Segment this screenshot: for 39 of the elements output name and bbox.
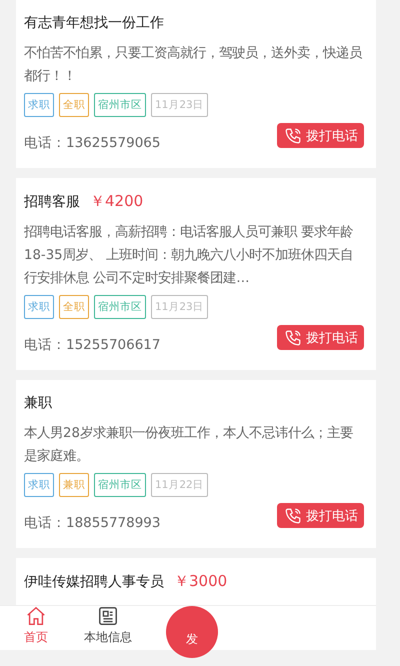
nav-tab[interactable]: 本地信息 bbox=[72, 605, 144, 650]
call-button[interactable]: 拨打电话 bbox=[277, 503, 364, 528]
newspaper-icon bbox=[97, 605, 119, 627]
salary: ￥3000 bbox=[174, 572, 228, 591]
listing-card[interactable]: 兼职 本人男28岁求兼职一份夜班工作，本人不忌讳什么；主要是家庭难。 求职 兼职 宿州市区 11月22日 电话：18855778993 拨打电话 bbox=[16, 380, 376, 548]
tag: 11月22日 bbox=[151, 473, 208, 497]
salary: ￥4200 bbox=[90, 192, 144, 211]
listing-description: 不怕苦不怕累，只要工资高就行，驾驶员，送外卖，快递员都行！！ bbox=[24, 44, 363, 86]
publish-button[interactable]: 发 bbox=[166, 606, 218, 658]
phone-number: 电话：13625579065 bbox=[24, 134, 160, 152]
phone-icon bbox=[283, 126, 303, 144]
home-icon bbox=[25, 605, 47, 627]
phone-icon bbox=[283, 506, 303, 524]
tag: 全职 bbox=[59, 295, 89, 319]
listing-title: 有志青年想找一份工作 bbox=[24, 14, 164, 32]
tag: 求职 bbox=[24, 295, 54, 319]
tag: 求职 bbox=[24, 473, 54, 497]
tag: 11月23日 bbox=[151, 93, 208, 117]
phone-icon bbox=[283, 328, 303, 346]
tag: 兼职 bbox=[59, 473, 89, 497]
call-button[interactable]: 拨打电话 bbox=[277, 325, 364, 350]
tag: 宿州市区 bbox=[94, 473, 146, 497]
listing-title: 兼职 bbox=[24, 394, 52, 412]
listing-card[interactable]: 招聘客服 ￥4200 招聘电话客服，高薪招聘：电话客服人员可兼职 要求年龄18-35周岁、 上班时间：朝九晚六八小时不加班休四天自行安排休息 公司不定时安排聚餐团建… 求职 全职 宿州市区 11月23日 电话：15255706617 拨打电话 bbox=[16, 178, 376, 370]
tag: 11月23日 bbox=[151, 295, 208, 319]
listing-description: 招聘电话客服，高薪招聘：电话客服人员可兼职 要求年龄18-35周岁、 上班时间：朝九晚六八小时不加班休四天自行安排休息 公司不定时安排聚餐团建… bbox=[24, 224, 354, 288]
listing-title: 伊哇传媒招聘人事专员 bbox=[24, 573, 164, 591]
tag: 全职 bbox=[59, 93, 89, 117]
tag: 求职 bbox=[24, 93, 54, 117]
listing-card[interactable]: 伊哇传媒招聘人事专员 ￥3000 bbox=[16, 558, 376, 607]
nav-tab[interactable]: 首页 bbox=[0, 605, 72, 650]
phone-number: 电话：18855778993 bbox=[24, 514, 160, 532]
listing-card[interactable]: 有志青年想找一份工作 不怕苦不怕累，只要工资高就行，驾驶员，送外卖，快递员都行！！ 求职 全职 宿州市区 11月23日 电话：13625579065 拨打电话 bbox=[16, 0, 376, 168]
call-button[interactable]: 拨打电话 bbox=[277, 123, 364, 148]
listing-description: 本人男28岁求兼职一份夜班工作，本人不忌讳什么；主要是家庭难。 bbox=[24, 424, 354, 466]
phone-number: 电话：15255706617 bbox=[24, 336, 160, 354]
listing-title: 招聘客服 bbox=[24, 193, 80, 211]
tag: 宿州市区 bbox=[94, 295, 146, 319]
tag: 宿州市区 bbox=[94, 93, 146, 117]
